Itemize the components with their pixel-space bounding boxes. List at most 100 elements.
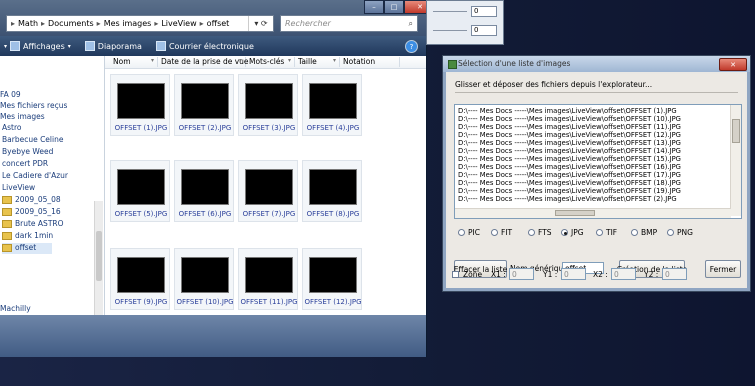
list-item[interactable]: D:\---- Mes Docs -----\Mes images\LiveVi… (458, 163, 681, 171)
file-thumbnail[interactable]: OFFSET (7).JPG (238, 160, 298, 222)
list-item[interactable]: D:\---- Mes Docs -----\Mes images\LiveVi… (458, 139, 681, 147)
file-thumbnail[interactable]: OFFSET (12).JPG (302, 248, 362, 310)
y2-input[interactable]: 0 (662, 268, 687, 280)
list-item[interactable]: D:\---- Mes Docs -----\Mes images\LiveVi… (458, 115, 681, 123)
x1-input[interactable]: 0 (509, 268, 534, 280)
list-item[interactable]: D:\---- Mes Docs -----\Mes images\LiveVi… (458, 187, 681, 195)
file-name: OFFSET (1).JPG (114, 124, 168, 132)
address-chevron-icon: ▸ (11, 19, 16, 28)
details-pane (0, 315, 426, 357)
chevron-down-icon: ▾ (287, 57, 291, 64)
column-header[interactable]: Notation (340, 57, 400, 67)
column-header[interactable]: Nom ▾ (110, 57, 158, 67)
folder-icon (2, 232, 12, 240)
breadcrumb-item[interactable]: Mes images (104, 19, 152, 28)
drag-drop-hint: Glisser et déposer des fichiers depuis l… (455, 80, 653, 89)
nav-item[interactable]: Barbecue Celine (2, 135, 63, 146)
help-icon[interactable]: ? (405, 40, 418, 53)
search-input[interactable]: Rechercher ⌕ (280, 15, 418, 32)
list-item[interactable]: D:\---- Mes Docs -----\Mes images\LiveVi… (458, 107, 677, 115)
nav-item[interactable]: Byebye Weed (2, 147, 53, 158)
breadcrumb-item[interactable]: LiveView (161, 19, 196, 28)
x2-label: X2 : (593, 270, 608, 279)
scroll-thumb[interactable] (96, 231, 102, 281)
column-header[interactable]: Taille ▾ (295, 57, 340, 67)
nav-item[interactable]: FA 09 (0, 90, 21, 101)
file-thumbnail[interactable]: OFFSET (4).JPG (302, 74, 362, 136)
minimize-button[interactable]: – (364, 0, 384, 14)
scroll-thumb[interactable] (555, 210, 595, 216)
x1-label: X1 : (491, 270, 506, 279)
refresh-icon[interactable]: ▾ ⟳ (248, 16, 273, 31)
y1-input[interactable]: 0 (561, 268, 586, 280)
image-preview (181, 83, 229, 119)
file-thumbnail[interactable]: OFFSET (11).JPG (238, 248, 298, 310)
scroll-thumb[interactable] (732, 119, 740, 143)
radio-png[interactable]: PNG (667, 228, 693, 237)
list-item[interactable]: D:\---- Mes Docs -----\Mes images\LiveVi… (458, 155, 681, 163)
address-bar[interactable]: ▸ Math ▸ Documents ▸ Mes images ▸ LiveVi… (6, 15, 274, 32)
nav-scrollbar[interactable] (94, 201, 103, 315)
radio-pic[interactable]: PIC (458, 228, 480, 237)
nav-item[interactable]: dark 1min (2, 231, 53, 242)
nav-item[interactable]: Machilly (0, 304, 31, 315)
nav-item[interactable]: concert PDR (2, 159, 48, 170)
image-preview (117, 83, 165, 119)
list-item[interactable]: D:\---- Mes Docs -----\Mes images\LiveVi… (458, 179, 681, 187)
file-listbox[interactable]: D:\---- Mes Docs -----\Mes images\LiveVi… (454, 104, 742, 219)
breadcrumb-item[interactable]: Math (18, 19, 38, 28)
zone-checkbox[interactable] (452, 271, 459, 278)
value-field[interactable]: 0 (471, 25, 497, 36)
list-item[interactable]: D:\---- Mes Docs -----\Mes images\LiveVi… (458, 171, 681, 179)
nav-item[interactable]: Mes fichiers reçus (0, 101, 67, 112)
breadcrumb-separator-icon: ▸ (154, 19, 159, 28)
nav-item[interactable]: Astro (2, 123, 22, 134)
value-field[interactable]: 0 (471, 6, 497, 17)
file-thumbnail[interactable]: OFFSET (5).JPG (110, 160, 170, 222)
radio-jpg[interactable]: JPG (561, 228, 584, 237)
image-preview (181, 169, 229, 205)
nav-item[interactable]: 2009_05_08 (2, 195, 61, 206)
x2-input[interactable]: 0 (611, 268, 636, 280)
radio-fts[interactable]: FTS (528, 228, 552, 237)
views-button[interactable]: ▾ Affichages ▾ (4, 41, 71, 51)
file-thumbnail[interactable]: OFFSET (1).JPG (110, 74, 170, 136)
email-button[interactable]: Courrier électronique (155, 41, 254, 51)
list-vertical-scrollbar[interactable] (730, 105, 741, 216)
breadcrumb-item[interactable]: Documents (48, 19, 94, 28)
radio-selected-icon (561, 229, 568, 236)
radio-fit[interactable]: FIT (491, 228, 512, 237)
list-item[interactable]: D:\---- Mes Docs -----\Mes images\LiveVi… (458, 131, 681, 139)
file-thumbnail[interactable]: OFFSET (9).JPG (110, 248, 170, 310)
column-header[interactable]: Date de la prise de vue ▾ (158, 57, 249, 67)
list-item[interactable]: D:\---- Mes Docs -----\Mes images\LiveVi… (458, 147, 681, 155)
search-icon[interactable]: ⌕ (409, 19, 413, 29)
nav-item[interactable]: Mes images (0, 112, 45, 123)
slideshow-button[interactable]: Diaporama (84, 41, 142, 51)
dialog-body: Glisser et déposer des fichiers depuis l… (448, 74, 745, 288)
file-thumbnail[interactable]: OFFSET (10).JPG (174, 248, 234, 310)
nav-item[interactable]: Brute ASTRO (2, 219, 64, 230)
maximize-button[interactable]: □ (384, 0, 404, 14)
file-thumbnail[interactable]: OFFSET (2).JPG (174, 74, 234, 136)
file-thumbnail[interactable]: OFFSET (6).JPG (174, 160, 234, 222)
radio-tif[interactable]: TIF (596, 228, 617, 237)
nav-item[interactable]: LiveView (2, 183, 35, 194)
file-name: OFFSET (4).JPG (306, 124, 360, 132)
list-item[interactable]: D:\---- Mes Docs -----\Mes images\LiveVi… (458, 123, 681, 131)
close-button[interactable]: ✕ (719, 58, 747, 71)
file-thumbnail[interactable]: OFFSET (3).JPG (238, 74, 298, 136)
file-name: OFFSET (7).JPG (242, 210, 296, 218)
breadcrumb-item[interactable]: offset (207, 19, 230, 28)
search-placeholder: Rechercher (285, 19, 331, 28)
nav-item[interactable]: 2009_05_16 (2, 207, 61, 218)
nav-item[interactable]: Le Cadiere d'Azur (2, 171, 68, 182)
list-horizontal-scrollbar[interactable] (455, 208, 731, 218)
file-thumbnail[interactable]: OFFSET (8).JPG (302, 160, 362, 222)
list-item[interactable]: D:\---- Mes Docs -----\Mes images\LiveVi… (458, 195, 677, 203)
column-header[interactable]: Mots-clés ▾ (246, 57, 295, 67)
value-row: 0 (433, 25, 497, 36)
radio-bmp[interactable]: BMP (631, 228, 657, 237)
nav-item-selected[interactable]: offset (2, 243, 52, 254)
views-icon (10, 41, 21, 51)
